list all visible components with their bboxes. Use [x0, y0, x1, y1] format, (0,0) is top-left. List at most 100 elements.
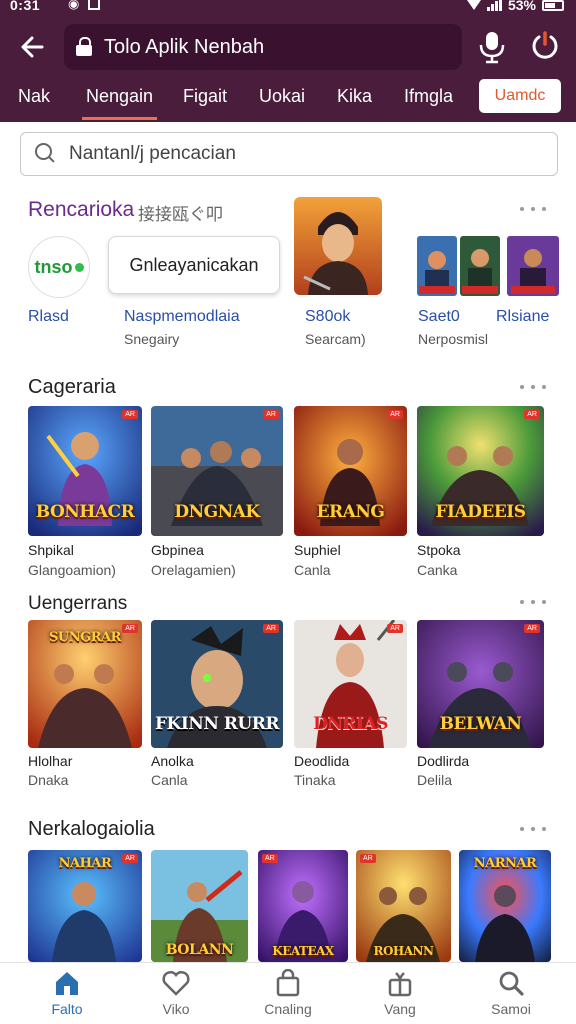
game-art-title: KEATEAX — [272, 944, 334, 958]
microphone-icon — [479, 32, 505, 64]
status-time: 0:31 — [10, 0, 41, 13]
game-card[interactable]: AR NAHAR — [28, 850, 142, 962]
mini-game-thumb[interactable] — [417, 236, 457, 296]
game-card[interactable]: AR FKINN RURR — [151, 620, 283, 748]
game-card[interactable]: AR ROHANN — [356, 850, 451, 962]
game-card[interactable]: AR ERANG — [294, 406, 407, 536]
search-icon — [499, 971, 524, 996]
game-name[interactable]: Gbpinea — [151, 542, 204, 558]
game-card[interactable]: AR DNRIAS — [294, 620, 407, 748]
section-title: Cageraria — [28, 376, 116, 398]
more-dots-icon[interactable] — [520, 600, 546, 606]
game-card[interactable]: AR BELWAN — [417, 620, 544, 748]
search-placeholder: Nantanl/j pencacian — [69, 143, 236, 164]
game-name[interactable]: Suphiel — [294, 542, 341, 558]
nav-favorites[interactable]: Viko — [136, 969, 216, 1023]
game-card[interactable]: AR DNGNAK — [151, 406, 283, 536]
nav-label: Falto — [51, 1001, 83, 1017]
game-name[interactable]: Deodlida — [294, 753, 349, 769]
power-button[interactable] — [530, 30, 560, 60]
game-art-title: BONHACR — [35, 502, 135, 522]
recommend-subtitle: 接接瓯ぐ叩 — [138, 205, 223, 224]
game-art-title: BOLANN — [165, 942, 234, 958]
badge-icon: AR — [262, 854, 278, 863]
badge-icon: AR — [524, 624, 540, 633]
nav-label: Viko — [162, 1001, 190, 1017]
signal-icon — [486, 0, 502, 11]
bag-icon — [276, 969, 300, 997]
game-card[interactable]: AR BONHACR — [28, 406, 142, 536]
badge-logo[interactable]: tnso — [28, 236, 90, 298]
mini-game-thumb[interactable] — [460, 236, 500, 296]
badge-icon: AR — [360, 854, 376, 863]
app-header: 0:31 ◉ 53% Tolo Aplik Nenbah Nak Nengain… — [0, 0, 576, 122]
game-name[interactable]: Shpikal — [28, 542, 74, 558]
game-subtitle: Dnaka — [28, 772, 69, 788]
game-art-title: DNGNAK — [174, 502, 260, 522]
game-art-title: ROHANN — [373, 944, 434, 958]
mini-game-thumb[interactable] — [507, 236, 559, 296]
game-subtitle: Glangoamion) — [28, 562, 116, 578]
game-name[interactable]: Anolka — [151, 753, 194, 769]
recommend-label[interactable]: Saet0 — [418, 308, 460, 326]
url-bar[interactable]: Tolo Aplik Nenbah — [64, 24, 462, 70]
game-card[interactable]: AR SUNGRAR — [28, 620, 142, 748]
status-bar: 0:31 ◉ 53% — [0, 0, 576, 18]
nav-gift[interactable]: Vang — [360, 969, 440, 1023]
download-icon — [88, 0, 100, 10]
arrow-left-icon — [21, 36, 44, 58]
game-name[interactable]: Dodlirda — [417, 753, 469, 769]
game-subtitle: Canla — [294, 562, 331, 578]
badge-icon: AR — [263, 410, 279, 419]
battery-icon — [542, 0, 564, 11]
game-art-title: FIADEEIS — [435, 502, 526, 522]
back-button[interactable] — [16, 30, 50, 64]
game-name[interactable]: Hlolhar — [28, 753, 72, 769]
game-art-title: DNRIAS — [313, 714, 388, 734]
recommend-sublabel: Searcam) — [305, 331, 366, 347]
badge-icon: AR — [263, 624, 279, 633]
game-subtitle: Orelagamien) — [151, 562, 236, 578]
cta-button[interactable]: Uamdc — [479, 79, 561, 113]
more-dots-icon[interactable] — [520, 207, 546, 213]
nav-home[interactable]: Falto — [27, 969, 107, 1023]
badge-text: tnso — [34, 256, 73, 277]
nav-label: Samoi — [491, 1001, 531, 1017]
nav-search[interactable]: Samoi — [471, 969, 551, 1023]
featured-game-image[interactable] — [294, 197, 382, 295]
game-card[interactable]: AR KEATEAX — [258, 850, 348, 962]
game-art-title: ERANG — [316, 502, 385, 522]
game-card[interactable]: AR FIADEEIS — [417, 406, 544, 536]
badge-icon: AR — [387, 410, 403, 419]
more-dots-icon[interactable] — [520, 385, 546, 391]
nav-shopping[interactable]: Cnaling — [248, 969, 328, 1023]
game-art-title: SUNGRAR — [49, 630, 121, 645]
search-input[interactable]: Nantanl/j pencacian — [20, 132, 558, 176]
heart-icon — [162, 970, 190, 996]
game-name[interactable]: Stpoka — [417, 542, 461, 558]
mic-button[interactable] — [478, 30, 506, 64]
power-icon — [532, 31, 558, 59]
tab-item[interactable]: Ifmgla — [404, 76, 453, 122]
dot-icon — [74, 262, 84, 272]
tab-item[interactable]: Nak — [18, 76, 50, 122]
tab-item[interactable]: Kika — [337, 76, 372, 122]
tab-item[interactable]: Figait — [183, 76, 227, 122]
tab-item-active[interactable]: Nengain — [81, 76, 158, 122]
badge-icon: AR — [387, 624, 403, 633]
more-dots-icon[interactable] — [520, 827, 546, 833]
category-tabs: Nak Nengain Figait Uokai Kika Ifmgla Uam… — [0, 76, 576, 122]
gift-icon — [388, 972, 412, 997]
game-card[interactable]: BOLANN — [151, 850, 248, 962]
recommend-label[interactable]: S80ok — [305, 308, 350, 326]
tab-item[interactable]: Uokai — [259, 76, 305, 122]
wifi-icon — [466, 0, 481, 10]
recommend-label[interactable]: Rlasd — [28, 308, 69, 326]
notification-icon: ◉ — [68, 0, 80, 11]
recommend-sublabel: Snegairy — [124, 331, 180, 347]
recommend-label[interactable]: Naspmemodlaia — [124, 308, 240, 326]
recommend-label[interactable]: Rlsiane — [496, 308, 549, 326]
battery-percent: 53% — [507, 0, 536, 13]
recommend-pill-button[interactable]: Gnleayanicakan — [108, 236, 280, 294]
game-card[interactable]: NARNAR — [459, 850, 551, 962]
